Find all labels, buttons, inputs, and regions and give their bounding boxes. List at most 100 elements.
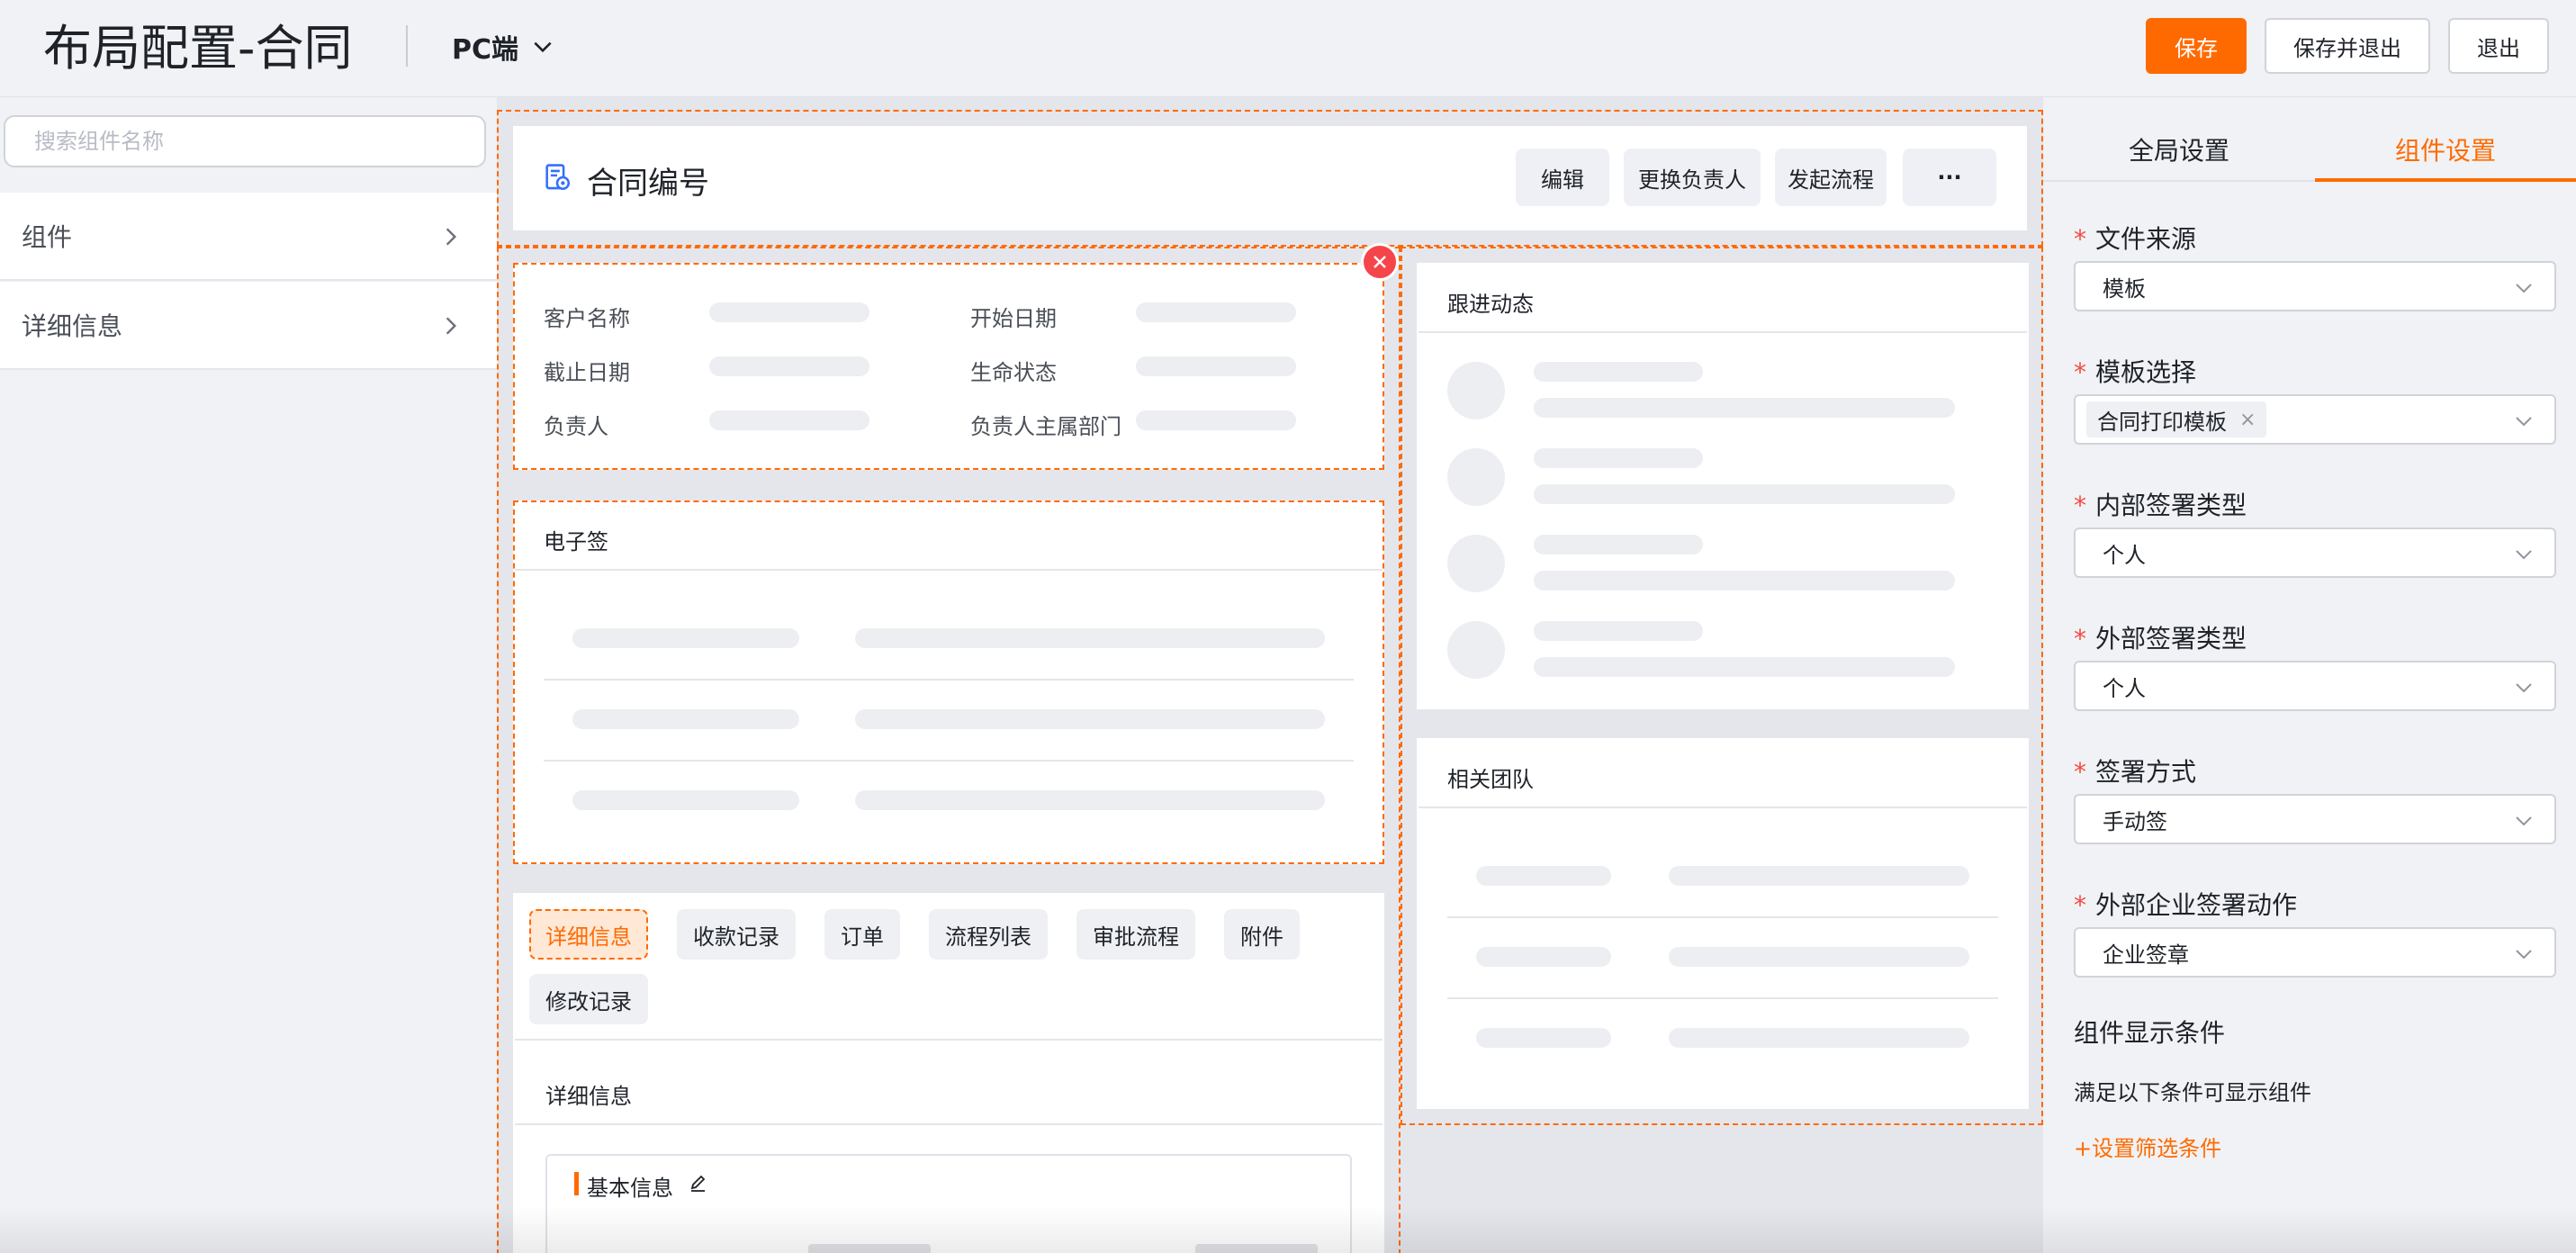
left-group-label: 组件: [22, 222, 73, 252]
edit-pencil-icon[interactable]: [688, 1172, 709, 1194]
divider: [515, 1039, 1383, 1041]
set-filter-condition-link[interactable]: +设置筛选条件: [2074, 1131, 2221, 1162]
chevron-down-icon: [2516, 950, 2532, 960]
basic-info-title: 基本信息: [587, 1176, 673, 1201]
display-condition-title: 组件显示条件: [2074, 1018, 2226, 1048]
row-placeholder: [1534, 484, 1955, 504]
row-placeholder: [1476, 947, 1611, 967]
field-value-placeholder: [709, 302, 869, 322]
title-divider: [406, 25, 408, 67]
row-placeholder: [855, 709, 1325, 729]
row-placeholder: [572, 790, 799, 810]
internal-sign-type-select[interactable]: 个人: [2074, 527, 2556, 578]
tab-change-log[interactable]: 修改记录: [529, 974, 648, 1024]
start-process-button[interactable]: 发起流程: [1775, 149, 1887, 206]
avatar-placeholder: [1447, 535, 1505, 592]
select-value: 企业签章: [2103, 942, 2189, 968]
field-label-end-date: 截止日期: [544, 360, 630, 385]
field-value-placeholder: [1136, 410, 1296, 430]
row-placeholder: [1669, 947, 1969, 967]
field-label-owner: 负责人: [544, 414, 608, 439]
select-value: 个人: [2103, 675, 2146, 701]
esign-title: 电子签: [544, 529, 608, 554]
select-value: 手动签: [2103, 808, 2167, 834]
tab-orders[interactable]: 订单: [824, 909, 900, 960]
field-label-lifecycle: 生命状态: [970, 360, 1057, 385]
row-placeholder: [1534, 362, 1703, 382]
tab-payment-records[interactable]: 收款记录: [677, 909, 796, 960]
field-label-customer: 客户名称: [544, 306, 630, 331]
select-value: 模板: [2103, 275, 2146, 302]
display-condition-desc: 满足以下条件可显示组件: [2074, 1080, 2311, 1105]
remove-component-button[interactable]: [1361, 243, 1399, 281]
chevron-down-icon: [2516, 284, 2532, 293]
change-owner-button[interactable]: 更换负责人: [1624, 149, 1761, 206]
follow-up-title: 跟进动态: [1447, 292, 1534, 317]
chevron-down-icon: [2516, 550, 2532, 560]
remove-tag-icon[interactable]: ×: [2239, 409, 2256, 431]
close-icon: [1374, 256, 1386, 268]
tab-component-settings[interactable]: 组件设置: [2315, 117, 2576, 182]
tab-details[interactable]: 详细信息: [529, 909, 648, 960]
detail-section-title: 详细信息: [545, 1084, 632, 1109]
left-group-label: 详细信息: [22, 311, 123, 341]
tab-global-settings[interactable]: 全局设置: [2043, 117, 2315, 182]
active-tab-indicator: [2315, 178, 2576, 182]
avatar-placeholder: [1447, 362, 1505, 419]
tag-label: 合同打印模板: [2097, 409, 2227, 435]
chevron-down-icon: [2516, 816, 2532, 826]
section-accent-bar: [574, 1172, 579, 1195]
device-switcher[interactable]: PC端: [452, 25, 554, 68]
tab-process-list[interactable]: 流程列表: [929, 909, 1048, 960]
select-value: 个人: [2103, 542, 2146, 568]
left-group-details[interactable]: 详细信息: [0, 282, 497, 370]
prop-label-external-sign-type: * 外部签署类型: [2074, 624, 2247, 654]
row-placeholder: [1534, 571, 1955, 590]
related-team-card[interactable]: [1417, 738, 2029, 1109]
field-value-placeholder: [709, 410, 869, 430]
exit-button[interactable]: 退出: [2448, 18, 2549, 74]
external-sign-type-select[interactable]: 个人: [2074, 661, 2556, 711]
row-placeholder: [1476, 1028, 1611, 1048]
row-placeholder: [1669, 866, 1969, 886]
row-placeholder: [1476, 866, 1611, 886]
save-button[interactable]: 保存: [2146, 18, 2247, 74]
divider: [544, 679, 1354, 681]
divider: [1419, 331, 2027, 333]
divider: [1419, 807, 2027, 808]
prop-label-template-select: * 模板选择: [2074, 357, 2197, 387]
save-exit-button[interactable]: 保存并退出: [2265, 18, 2430, 74]
row-placeholder: [1534, 398, 1955, 418]
sign-method-select[interactable]: 手动签: [2074, 794, 2556, 844]
divider: [544, 760, 1354, 762]
component-search-input[interactable]: [4, 115, 486, 167]
chevron-down-icon: [2516, 417, 2532, 427]
left-group-components[interactable]: 组件: [0, 193, 497, 281]
prop-label-external-company-action: * 外部企业签署动作: [2074, 890, 2298, 920]
divider: [515, 569, 1383, 571]
contract-number-title: 合同编号: [587, 166, 709, 202]
chevron-down-icon: [534, 41, 552, 53]
row-placeholder: [1534, 535, 1703, 554]
tab-approval-flow[interactable]: 审批流程: [1076, 909, 1195, 960]
prop-label-file-source: * 文件来源: [2074, 224, 2197, 254]
divider: [515, 1123, 1383, 1125]
row-placeholder: [1534, 448, 1703, 468]
chevron-right-icon: [446, 317, 457, 335]
divider: [1447, 997, 1998, 999]
edit-button[interactable]: 编辑: [1516, 149, 1609, 206]
field-placeholder: [1195, 1244, 1318, 1253]
basic-info-box: [545, 1154, 1352, 1253]
more-actions-button[interactable]: ···: [1903, 149, 1996, 206]
contract-doc-icon: [545, 164, 571, 191]
template-select[interactable]: 合同打印模板 ×: [2074, 394, 2556, 445]
row-placeholder: [572, 628, 799, 648]
file-source-select[interactable]: 模板: [2074, 261, 2556, 311]
row-placeholder: [1534, 621, 1703, 641]
external-company-action-select[interactable]: 企业签章: [2074, 927, 2556, 978]
field-label-owner-dept: 负责人主属部门: [970, 414, 1121, 439]
chevron-right-icon: [446, 228, 457, 246]
tab-attachments[interactable]: 附件: [1224, 909, 1300, 960]
prop-label-sign-method: * 签署方式: [2074, 757, 2197, 787]
row-placeholder: [1534, 657, 1955, 677]
